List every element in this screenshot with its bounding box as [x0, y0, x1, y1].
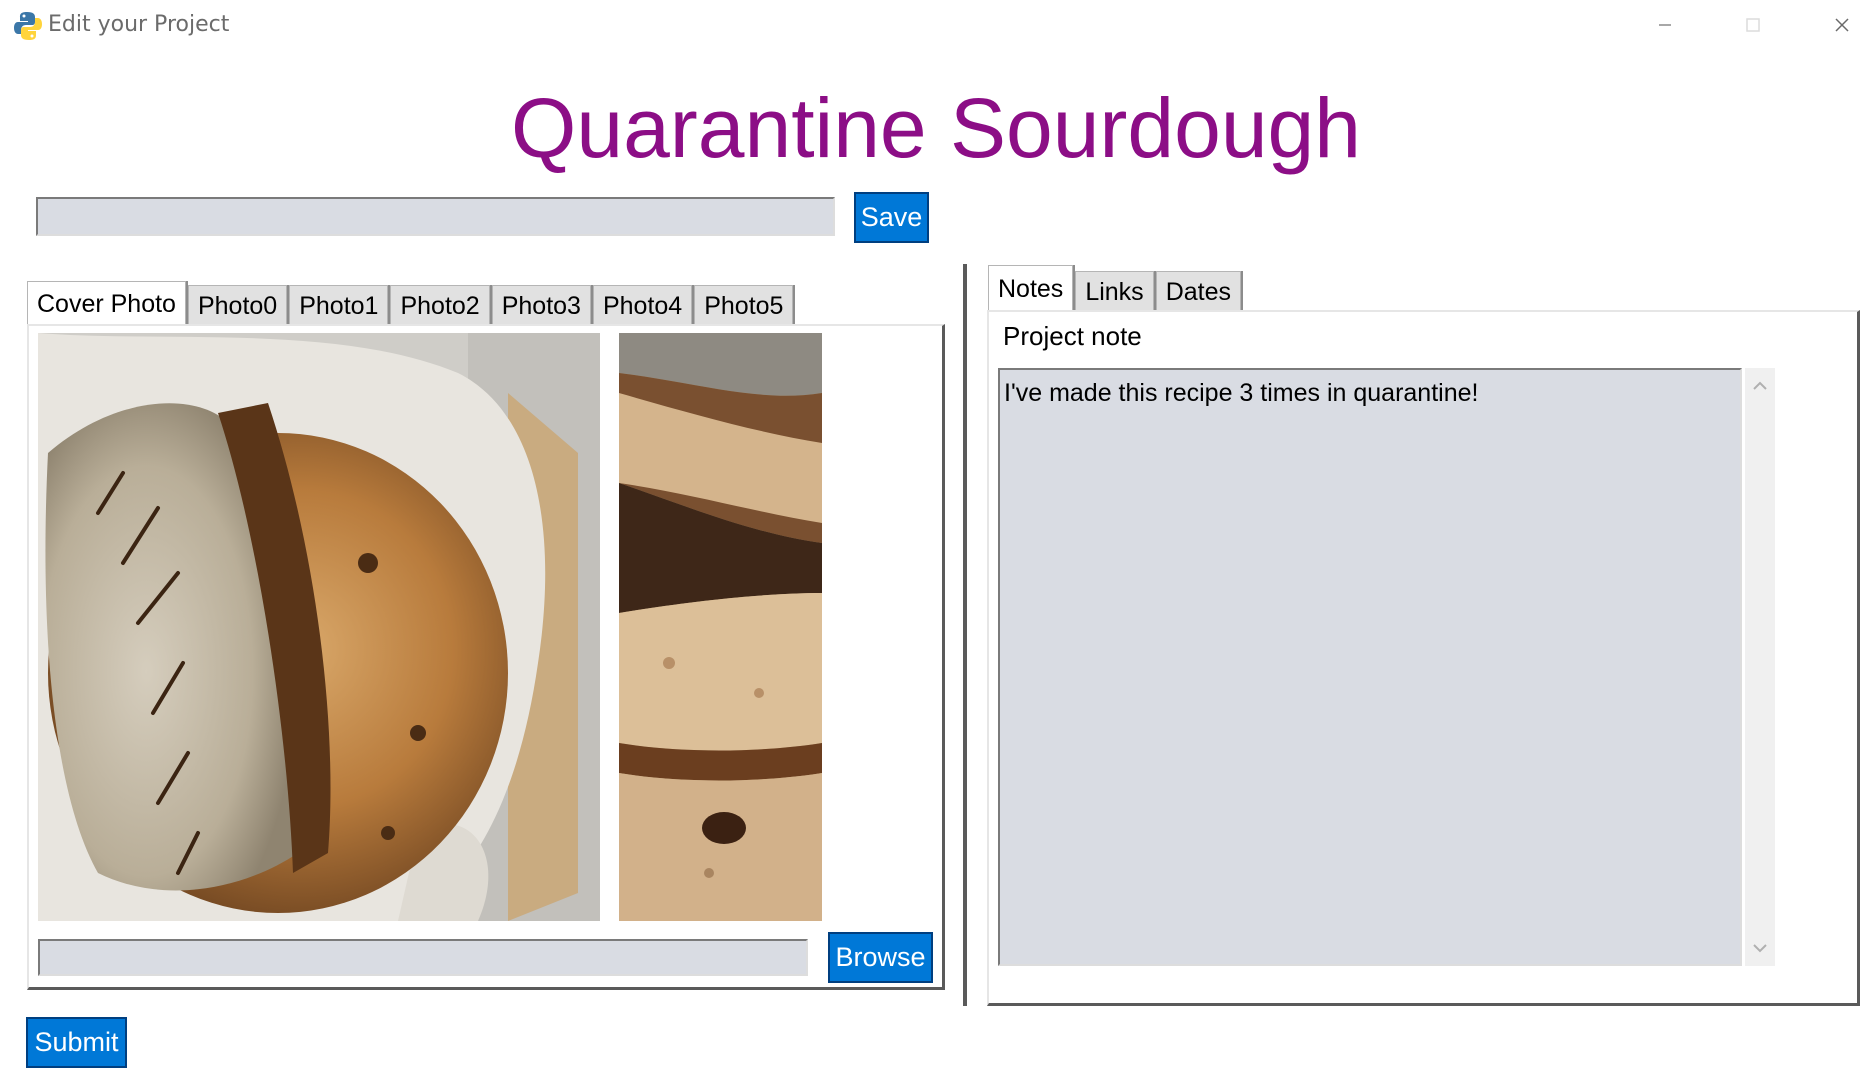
maximize-icon[interactable]: [1733, 10, 1773, 40]
chevron-down-icon[interactable]: [1745, 936, 1775, 960]
tab-photo0[interactable]: Photo0: [187, 285, 288, 325]
info-tabs: Notes Links Dates: [988, 265, 1243, 311]
photo-tabs: Cover Photo Photo0 Photo1 Photo2 Photo3 …: [27, 281, 795, 325]
notes-scrollbar[interactable]: [1745, 368, 1775, 966]
submit-button[interactable]: Submit: [26, 1017, 127, 1068]
side-photo-image: [619, 333, 822, 921]
tab-photo5[interactable]: Photo5: [694, 285, 794, 325]
tab-links[interactable]: Links: [1075, 271, 1154, 311]
window-title: Edit your Project: [48, 12, 230, 37]
save-button[interactable]: Save: [854, 192, 929, 243]
minimize-icon[interactable]: [1645, 10, 1685, 40]
tab-photo4[interactable]: Photo4: [592, 285, 693, 325]
tab-photo1[interactable]: Photo1: [289, 285, 389, 325]
project-note-label: Project note: [1003, 321, 1142, 351]
tab-notes[interactable]: Notes: [988, 265, 1074, 311]
tab-photo2[interactable]: Photo2: [390, 285, 490, 325]
python-icon: [12, 10, 44, 42]
panel-divider: [963, 264, 967, 1006]
close-icon[interactable]: [1822, 10, 1862, 40]
photo-path-input[interactable]: [38, 939, 808, 976]
tab-photo3[interactable]: Photo3: [491, 285, 591, 325]
tab-cover-photo[interactable]: Cover Photo: [27, 281, 186, 325]
browse-button[interactable]: Browse: [828, 932, 933, 983]
tab-dates[interactable]: Dates: [1155, 271, 1241, 311]
project-title-heading: Quarantine Sourdough: [511, 81, 1361, 175]
chevron-up-icon[interactable]: [1745, 374, 1775, 398]
project-note-textarea[interactable]: I've made this recipe 3 times in quarant…: [998, 368, 1742, 966]
cover-photo-image: [38, 333, 600, 921]
project-name-input[interactable]: [36, 197, 835, 236]
title-bar: Edit your Project: [0, 0, 1872, 54]
